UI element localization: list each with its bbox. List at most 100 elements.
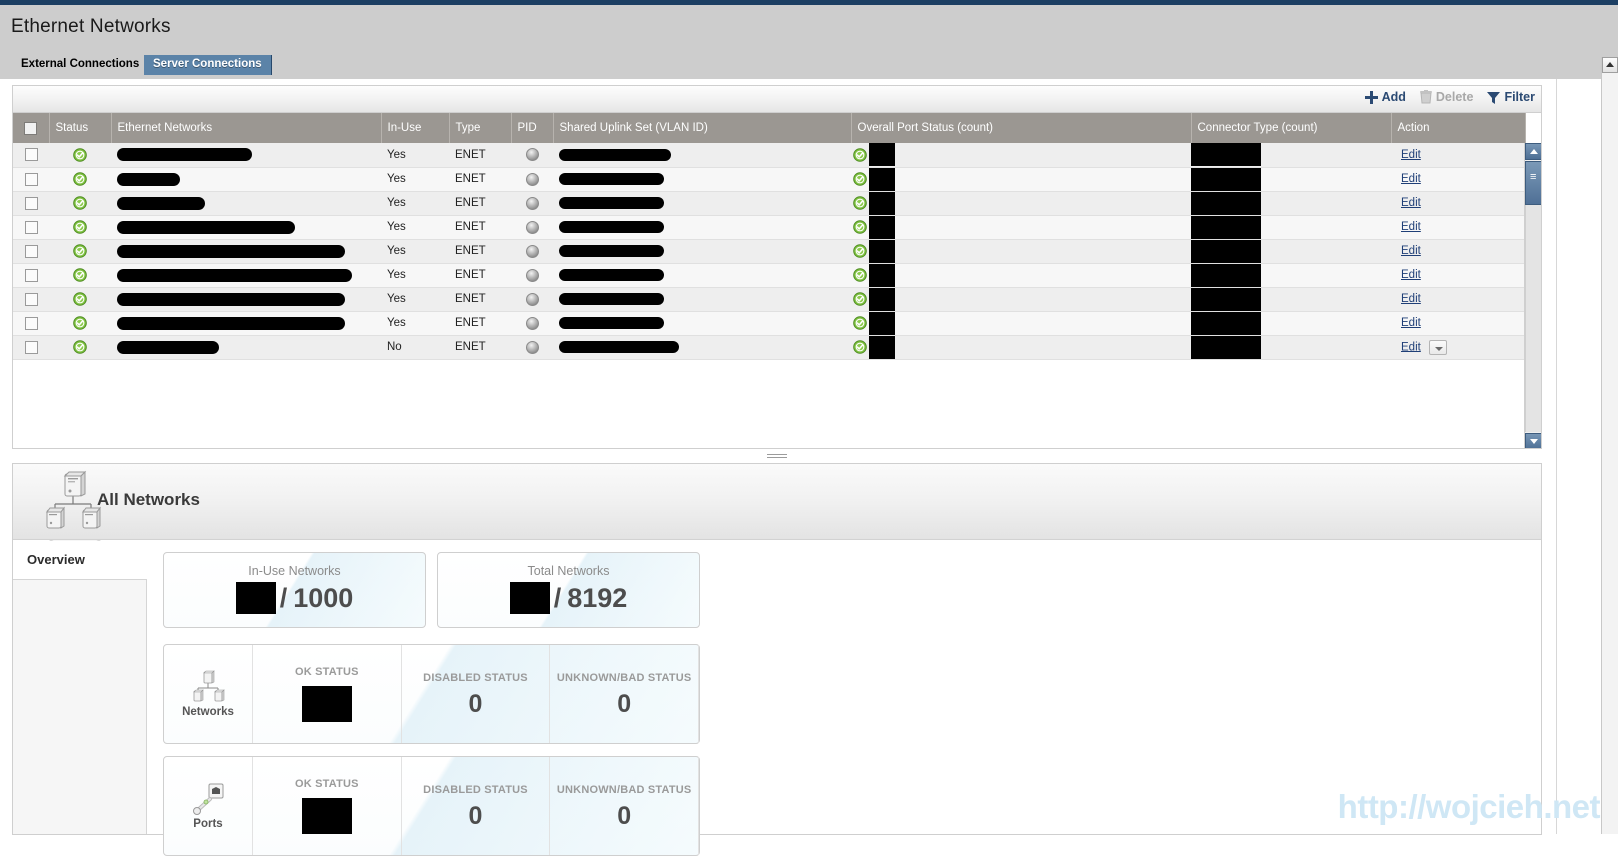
tab-external-connections[interactable]: External Connections bbox=[12, 55, 149, 75]
row-checkbox[interactable] bbox=[25, 221, 38, 234]
table-scroll-down-arrow-icon[interactable] bbox=[1525, 433, 1542, 449]
tab-server-connections[interactable]: Server Connections bbox=[144, 55, 272, 75]
overview-cards: In-Use Networks / 1000 Total Networks / … bbox=[163, 552, 1535, 828]
row-edit-link[interactable]: Edit bbox=[1401, 221, 1421, 233]
table-row[interactable]: NoENETEdit bbox=[13, 335, 1525, 359]
table-row[interactable]: YesENETEdit bbox=[13, 191, 1525, 215]
row-pid-cell bbox=[511, 191, 553, 215]
redacted-port-count bbox=[869, 264, 895, 287]
row-edit-link[interactable]: Edit bbox=[1401, 293, 1421, 305]
vtab-overview[interactable]: Overview bbox=[13, 541, 147, 579]
table-row[interactable]: YesENETEdit bbox=[13, 287, 1525, 311]
row-actions-menu-icon[interactable] bbox=[1429, 340, 1447, 355]
row-select-cell[interactable] bbox=[13, 215, 49, 239]
row-checkbox[interactable] bbox=[25, 317, 38, 330]
row-pid-cell bbox=[511, 215, 553, 239]
page-scrollbar[interactable] bbox=[1601, 57, 1618, 834]
table-row[interactable]: YesENETEdit bbox=[13, 263, 1525, 287]
row-select-cell[interactable] bbox=[13, 143, 49, 167]
row-select-cell[interactable] bbox=[13, 311, 49, 335]
table-row[interactable]: YesENETEdit bbox=[13, 143, 1525, 167]
row-action-cell[interactable]: Edit bbox=[1391, 263, 1525, 287]
table-scrollbar[interactable] bbox=[1524, 143, 1541, 449]
row-action-cell[interactable]: Edit bbox=[1391, 287, 1525, 311]
row-action-cell[interactable]: Edit bbox=[1391, 143, 1525, 167]
row-edit-link[interactable]: Edit bbox=[1401, 317, 1421, 329]
row-action-cell[interactable]: Edit bbox=[1391, 311, 1525, 335]
row-name-cell bbox=[111, 191, 381, 215]
row-select-cell[interactable] bbox=[13, 239, 49, 263]
filter-button[interactable]: Filter bbox=[1487, 90, 1535, 104]
table-row[interactable]: YesENETEdit bbox=[13, 215, 1525, 239]
add-button[interactable]: Add bbox=[1365, 90, 1406, 104]
row-edit-link[interactable]: Edit bbox=[1401, 173, 1421, 185]
redacted-shared-uplink-set bbox=[559, 245, 664, 257]
table-row[interactable]: YesENETEdit bbox=[13, 311, 1525, 335]
table-header-row: Status Ethernet Networks In-Use Type PID… bbox=[13, 113, 1525, 143]
row-select-cell[interactable] bbox=[13, 263, 49, 287]
row-select-cell[interactable] bbox=[13, 191, 49, 215]
header-action[interactable]: Action bbox=[1391, 113, 1525, 143]
delete-button[interactable]: Delete bbox=[1420, 90, 1474, 104]
header-status[interactable]: Status bbox=[49, 113, 111, 143]
table-scrollbar-thumb[interactable] bbox=[1525, 161, 1542, 205]
redacted-network-name bbox=[117, 173, 180, 186]
header-pid[interactable]: PID bbox=[511, 113, 553, 143]
page-scrollbar-thumb[interactable] bbox=[1602, 75, 1618, 76]
row-checkbox[interactable] bbox=[25, 341, 38, 354]
row-name-cell bbox=[111, 167, 381, 191]
pid-indicator-icon bbox=[526, 341, 539, 354]
row-action-cell[interactable]: Edit bbox=[1391, 239, 1525, 263]
header-shared-uplink-set[interactable]: Shared Uplink Set (VLAN ID) bbox=[553, 113, 851, 143]
row-select-cell[interactable] bbox=[13, 287, 49, 311]
row-overall-port-status-cell bbox=[851, 143, 1191, 167]
right-gutter bbox=[1556, 79, 1601, 834]
redacted-shared-uplink-set bbox=[559, 317, 664, 329]
row-checkbox[interactable] bbox=[25, 269, 38, 282]
row-edit-link[interactable]: Edit bbox=[1401, 197, 1421, 209]
redacted-shared-uplink-set bbox=[559, 341, 679, 353]
status-ports-ok-cell: OK STATUS bbox=[252, 757, 401, 855]
table-row[interactable]: YesENETEdit bbox=[13, 167, 1525, 191]
header-in-use[interactable]: In-Use bbox=[381, 113, 449, 143]
header-select-all[interactable] bbox=[13, 113, 49, 143]
row-checkbox[interactable] bbox=[25, 173, 38, 186]
table-scrollbar-track[interactable] bbox=[1525, 205, 1541, 432]
row-connector-type-cell bbox=[1191, 191, 1391, 215]
row-checkbox[interactable] bbox=[25, 245, 38, 258]
table-row[interactable]: YesENETEdit bbox=[13, 239, 1525, 263]
row-action-cell[interactable]: Edit bbox=[1391, 191, 1525, 215]
row-action-cell[interactable]: Edit bbox=[1391, 335, 1525, 359]
row-edit-link[interactable]: Edit bbox=[1401, 149, 1421, 161]
row-in-use-cell: Yes bbox=[381, 311, 449, 335]
row-select-cell[interactable] bbox=[13, 335, 49, 359]
row-edit-link[interactable]: Edit bbox=[1401, 341, 1421, 353]
page-title: Ethernet Networks bbox=[11, 16, 171, 38]
redacted-connector-count bbox=[1191, 336, 1261, 359]
detail-header: All Networks bbox=[13, 464, 1541, 540]
row-edit-link[interactable]: Edit bbox=[1401, 245, 1421, 257]
status-ports-disabled-title: DISABLED STATUS bbox=[423, 784, 528, 796]
header-ethernet-networks[interactable]: Ethernet Networks bbox=[111, 113, 381, 143]
pid-indicator-icon bbox=[526, 148, 539, 161]
row-checkbox[interactable] bbox=[25, 197, 38, 210]
row-checkbox[interactable] bbox=[25, 293, 38, 306]
panel-splitter[interactable] bbox=[12, 451, 1542, 463]
row-action-cell[interactable]: Edit bbox=[1391, 215, 1525, 239]
row-select-cell[interactable] bbox=[13, 167, 49, 191]
redacted-shared-uplink-set bbox=[559, 269, 664, 281]
header-connector-type[interactable]: Connector Type (count) bbox=[1191, 113, 1391, 143]
page-scroll-up-arrow-icon[interactable] bbox=[1602, 57, 1618, 73]
pid-indicator-icon bbox=[526, 293, 539, 306]
row-edit-link[interactable]: Edit bbox=[1401, 269, 1421, 281]
redacted-connector-count bbox=[1191, 192, 1261, 215]
table-scroll-up-arrow-icon[interactable] bbox=[1525, 143, 1542, 160]
row-action-cell[interactable]: Edit bbox=[1391, 167, 1525, 191]
row-overall-port-status-cell bbox=[851, 191, 1191, 215]
header-type[interactable]: Type bbox=[449, 113, 511, 143]
row-checkbox[interactable] bbox=[25, 148, 38, 161]
select-all-checkbox[interactable] bbox=[24, 122, 37, 135]
tab-external-connections-label: External Connections bbox=[21, 58, 139, 70]
status-ok-icon bbox=[73, 220, 87, 234]
header-overall-port-status[interactable]: Overall Port Status (count) bbox=[851, 113, 1191, 143]
